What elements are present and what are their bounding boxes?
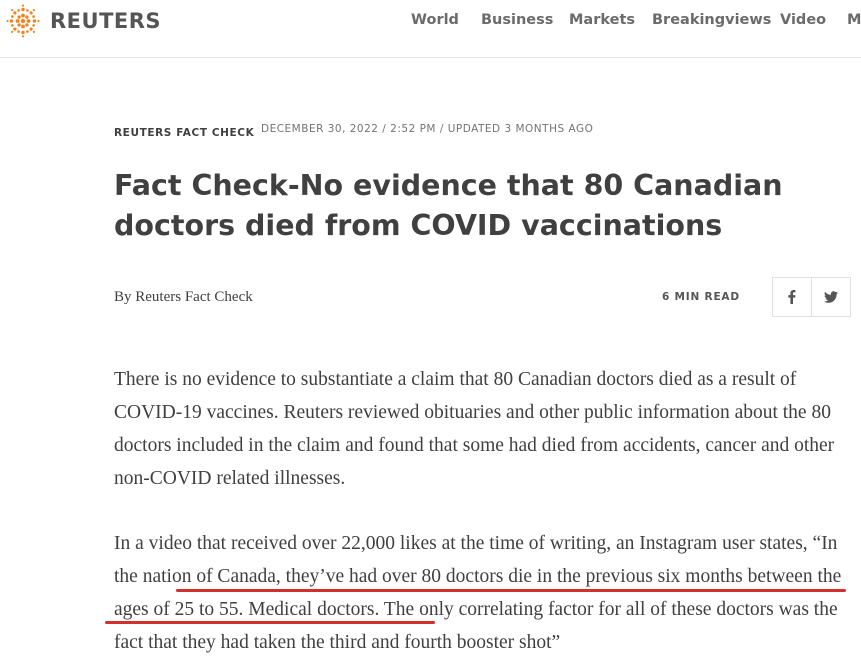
facebook-icon xyxy=(788,290,796,304)
nav-video[interactable]: Video xyxy=(780,12,826,28)
dateline: DECEMBER 30, 2022 / 2:52 PM / UPDATED 3 … xyxy=(261,123,594,135)
byline: By Reuters Fact Check xyxy=(114,289,253,305)
article-paragraph-1: There is no evidence to substantiate a c… xyxy=(114,369,835,489)
reuters-logo-icon xyxy=(6,4,40,38)
article-kicker: REUTERS FACT CHECK DECEMBER 30, 2022 / 2… xyxy=(114,123,593,141)
nav-business[interactable]: Business xyxy=(481,12,553,28)
site-header: REUTERS World Business Markets Breakingv… xyxy=(0,0,861,58)
annotation-underline-1 xyxy=(176,589,846,592)
twitter-share-button[interactable] xyxy=(811,277,851,317)
article-headline: Fact Check-No evidence that 80 Canadian … xyxy=(114,169,783,242)
reuters-logo[interactable]: REUTERS xyxy=(6,4,161,38)
read-time: 6 MIN READ xyxy=(662,291,740,303)
annotation-underline-2 xyxy=(105,621,435,624)
nav-breakingviews[interactable]: Breakingviews xyxy=(652,12,771,28)
article-paragraph-2: In a video that received over 22,000 lik… xyxy=(114,533,842,653)
nav-markets[interactable]: Markets xyxy=(569,12,635,28)
nav-more[interactable]: More xyxy=(847,12,861,28)
twitter-icon xyxy=(824,291,838,303)
section-label[interactable]: REUTERS FACT CHECK xyxy=(114,127,254,139)
nav-world[interactable]: World xyxy=(411,12,459,28)
logo-wordmark: REUTERS xyxy=(50,9,162,33)
facebook-share-button[interactable] xyxy=(772,277,812,317)
share-buttons xyxy=(772,277,851,317)
